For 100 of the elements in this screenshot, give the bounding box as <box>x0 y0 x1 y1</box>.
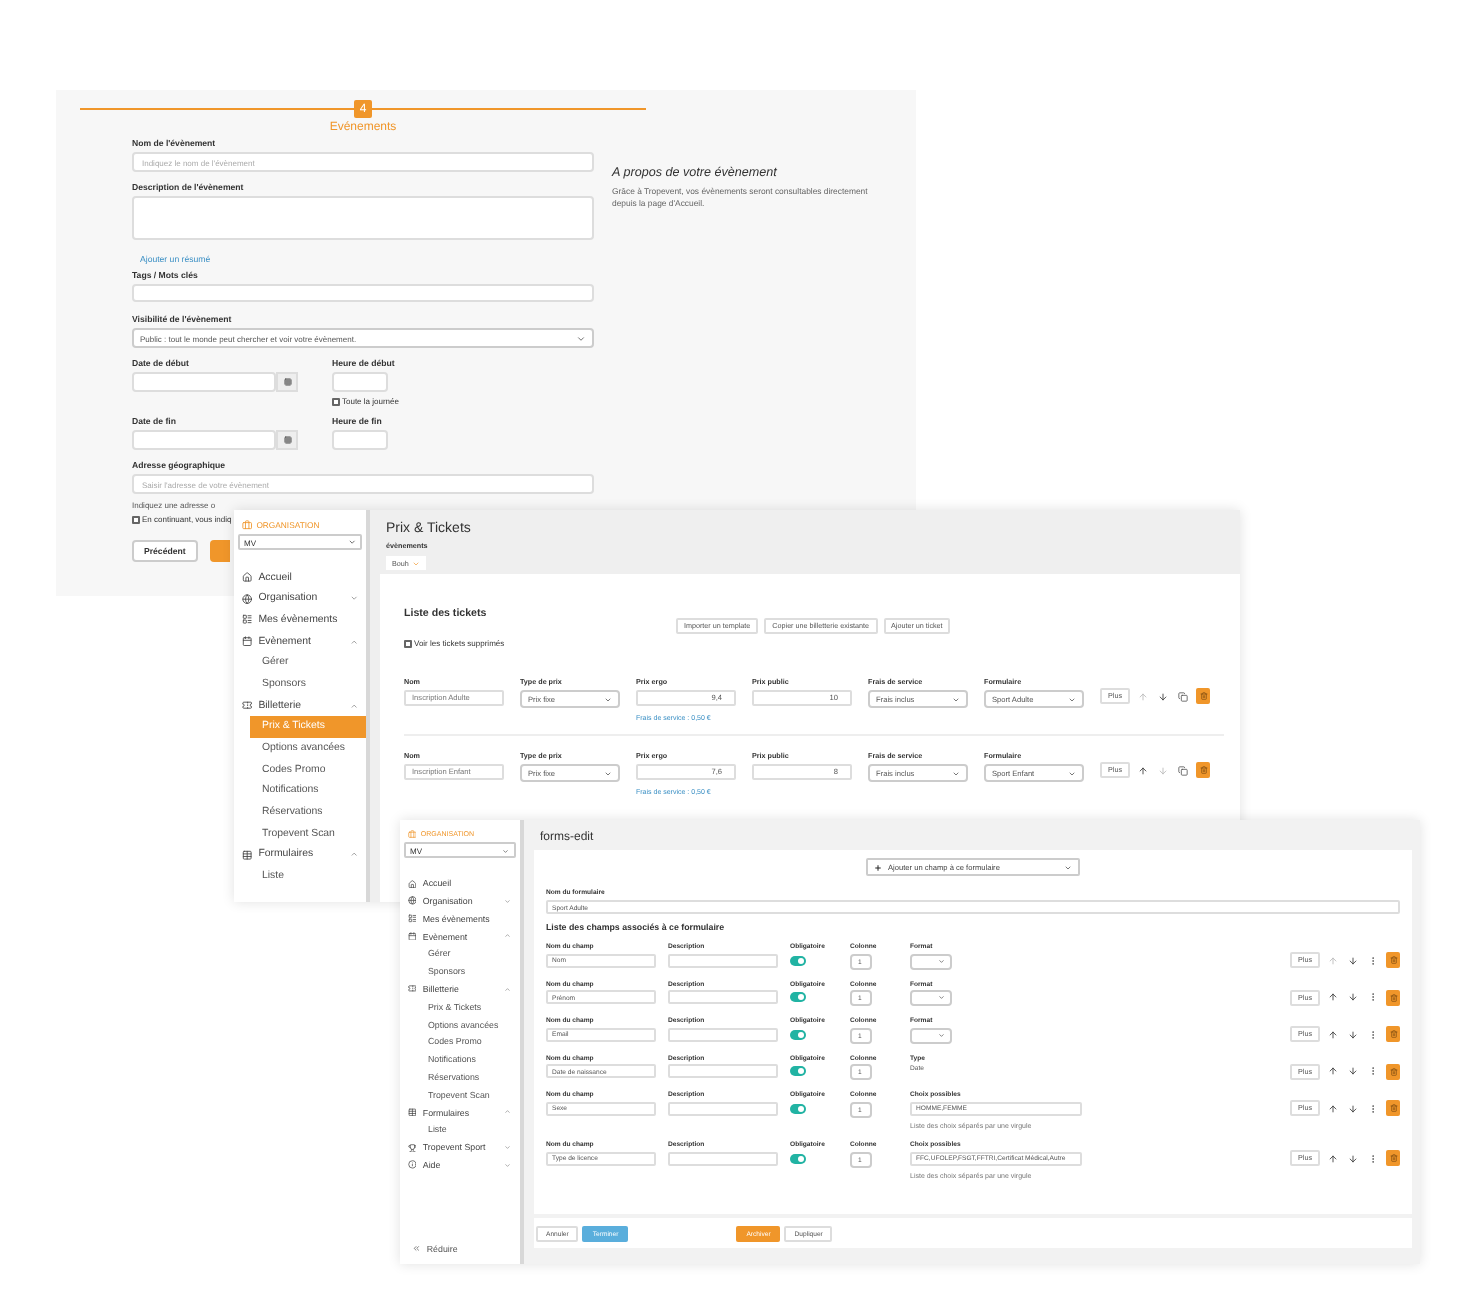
chevron-icon <box>349 850 358 860</box>
chevron-icon <box>504 985 512 993</box>
calendar-button[interactable] <box>276 430 298 450</box>
chevron-icon <box>504 1161 512 1169</box>
copy-button[interactable] <box>1176 688 1190 704</box>
globe-icon <box>408 896 417 906</box>
trash-icon <box>1199 766 1207 774</box>
description-input[interactable] <box>668 1151 778 1165</box>
calendar-icon <box>242 636 253 647</box>
required-toggle[interactable] <box>790 1029 806 1039</box>
chevron-icon <box>349 701 358 710</box>
description-input[interactable] <box>668 1027 778 1041</box>
move-up-button[interactable] <box>1326 1100 1340 1116</box>
chevron-icon <box>504 1108 512 1116</box>
arrow-up-icon <box>1328 1153 1338 1163</box>
trash-icon <box>1389 1154 1397 1162</box>
arrow-down-icon <box>1348 1066 1358 1076</box>
arrow-down-icon <box>1348 955 1358 965</box>
arrow-down-icon <box>1158 765 1168 775</box>
arrow-up-icon <box>1328 955 1338 965</box>
caret-icon <box>502 847 510 855</box>
format-select[interactable] <box>910 1027 952 1043</box>
caret-icon <box>576 333 586 343</box>
chevron-icon <box>504 1143 512 1151</box>
copy-icon <box>1178 765 1188 775</box>
required-toggle[interactable] <box>790 1103 806 1113</box>
list-icon <box>408 914 417 924</box>
delete-button[interactable] <box>1386 989 1400 1005</box>
next-button[interactable] <box>209 540 230 562</box>
description-input[interactable] <box>668 953 778 967</box>
move-up-button[interactable] <box>1136 762 1150 778</box>
arrow-down-icon <box>1348 1029 1358 1039</box>
arrow-up-icon <box>1138 765 1148 775</box>
trophy-icon <box>408 1143 417 1152</box>
briefcase-icon <box>408 830 417 839</box>
format-select[interactable] <box>910 953 952 969</box>
format-select[interactable] <box>910 990 952 1006</box>
plus-icon <box>874 863 882 871</box>
required-toggle[interactable] <box>790 1153 806 1163</box>
required-toggle[interactable] <box>790 955 806 965</box>
trash-icon <box>1389 1067 1397 1075</box>
delete-button[interactable] <box>1386 1026 1400 1042</box>
arrow-up-icon <box>1328 1029 1338 1039</box>
list-icon <box>242 614 253 625</box>
move-up-button[interactable] <box>1326 989 1340 1005</box>
description-input[interactable] <box>668 1101 778 1115</box>
arrow-down-icon <box>1348 992 1358 1002</box>
chevron-icon <box>504 932 512 940</box>
chevron-icon <box>349 594 358 603</box>
delete-button[interactable] <box>1386 1150 1400 1166</box>
ticket-icon <box>408 984 417 994</box>
move-down-button[interactable] <box>1346 952 1360 968</box>
calendar-icon <box>408 931 417 941</box>
end-time-field[interactable] <box>332 430 388 450</box>
double-chevron-icon <box>412 1244 421 1254</box>
move-up-button[interactable] <box>1326 1150 1340 1166</box>
chevron-icon <box>504 897 512 905</box>
description-field[interactable] <box>132 196 594 240</box>
required-toggle[interactable] <box>790 992 806 1002</box>
move-down-button[interactable] <box>1346 1026 1360 1042</box>
move-down-button[interactable] <box>1346 1150 1360 1166</box>
globe-icon <box>242 593 253 604</box>
tags-field[interactable] <box>132 284 594 302</box>
arrow-up-icon <box>1328 1066 1338 1076</box>
trash-icon <box>1199 692 1207 700</box>
move-down-button[interactable] <box>1156 688 1170 704</box>
description-input[interactable] <box>668 990 778 1004</box>
description-input[interactable] <box>668 1064 778 1078</box>
arrow-up-icon <box>1328 1103 1338 1113</box>
table-icon <box>408 1107 417 1117</box>
required-toggle[interactable] <box>790 1066 806 1076</box>
home-icon <box>242 571 253 583</box>
move-down-button[interactable] <box>1346 1100 1360 1116</box>
delete-button[interactable] <box>1386 1100 1400 1116</box>
move-up-button[interactable] <box>1326 1063 1340 1079</box>
arrow-down-icon <box>1158 691 1168 701</box>
arrow-up-icon <box>1328 992 1338 1002</box>
trash-icon <box>1389 993 1397 1001</box>
move-down-button[interactable] <box>1346 989 1360 1005</box>
home-icon <box>408 879 417 888</box>
delete-button[interactable] <box>1386 952 1400 968</box>
table-icon <box>242 849 253 861</box>
ticket-icon <box>242 700 253 711</box>
trash-icon <box>1389 956 1397 964</box>
move-up-button[interactable] <box>1326 1026 1340 1042</box>
delete-button[interactable] <box>1196 762 1210 778</box>
trash-icon <box>1389 1030 1397 1038</box>
caret-icon <box>347 538 356 547</box>
calendar-button[interactable] <box>276 372 298 392</box>
trash-icon <box>1389 1104 1397 1112</box>
start-date-field[interactable] <box>132 372 276 392</box>
start-time-field[interactable] <box>332 372 388 392</box>
briefcase-icon <box>242 520 253 531</box>
move-down-button[interactable] <box>1346 1063 1360 1079</box>
delete-button[interactable] <box>1386 1063 1400 1079</box>
delete-button[interactable] <box>1196 688 1210 704</box>
copy-button[interactable] <box>1176 762 1190 778</box>
copy-icon <box>1178 691 1188 701</box>
chevron-icon <box>349 637 358 646</box>
end-date-field[interactable] <box>132 430 276 450</box>
